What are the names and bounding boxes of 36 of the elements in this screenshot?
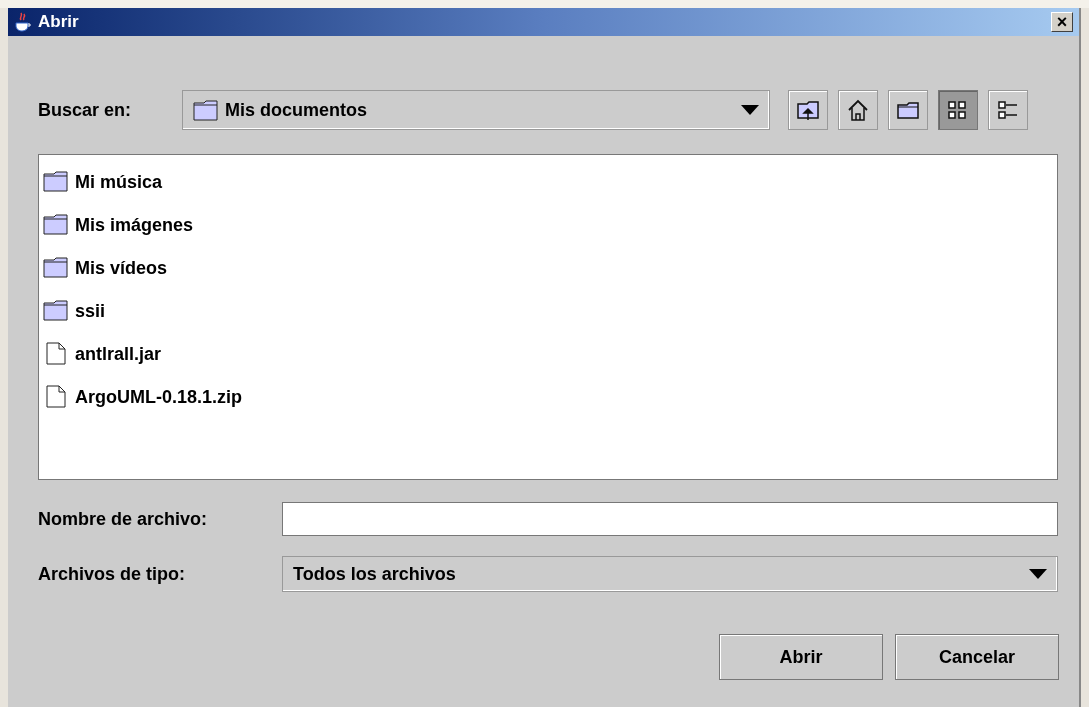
- document-icon: [43, 342, 69, 366]
- open-button[interactable]: Abrir: [719, 634, 883, 680]
- list-view-button[interactable]: [938, 90, 978, 130]
- coffee-cup-icon: [14, 12, 32, 32]
- folder-icon: [193, 99, 219, 121]
- file-type-label: Archivos de tipo:: [38, 562, 186, 586]
- home-icon: [846, 98, 870, 122]
- file-item[interactable]: antlrall.jar: [43, 341, 166, 367]
- new-folder-button[interactable]: [888, 90, 928, 130]
- file-name-field[interactable]: [282, 502, 1058, 536]
- close-button[interactable]: ×: [1051, 12, 1073, 32]
- details-view-icon: [996, 98, 1020, 122]
- file-item[interactable]: ArgoUML-0.18.1.zip: [43, 384, 247, 410]
- up-folder-button[interactable]: [788, 90, 828, 130]
- file-type-dropdown[interactable]: Todos los archivos: [282, 556, 1058, 592]
- dropdown-arrow-icon: [1029, 569, 1047, 579]
- folder-icon: [43, 299, 69, 323]
- details-view-button[interactable]: [988, 90, 1028, 130]
- folder-icon: [43, 213, 69, 237]
- folder-up-icon: [796, 98, 820, 122]
- look-in-value: Mis documentos: [225, 98, 368, 122]
- folder-icon: [43, 170, 69, 194]
- file-item[interactable]: ssii: [43, 298, 110, 324]
- home-button[interactable]: [838, 90, 878, 130]
- file-item[interactable]: Mis vídeos: [43, 255, 172, 281]
- window-title: Abrir: [38, 11, 79, 34]
- document-icon: [43, 385, 69, 409]
- file-name-label: Nombre de archivo:: [38, 507, 209, 531]
- look-in-dropdown[interactable]: Mis documentos: [182, 90, 770, 130]
- file-item[interactable]: Mis imágenes: [43, 212, 198, 238]
- dropdown-arrow-icon: [741, 105, 759, 115]
- file-item[interactable]: Mi música: [43, 169, 167, 195]
- file-type-value: Todos los archivos: [293, 562, 457, 586]
- folder-icon: [43, 256, 69, 280]
- cancel-button[interactable]: Cancelar: [895, 634, 1059, 680]
- look-in-label: Buscar en:: [38, 98, 133, 122]
